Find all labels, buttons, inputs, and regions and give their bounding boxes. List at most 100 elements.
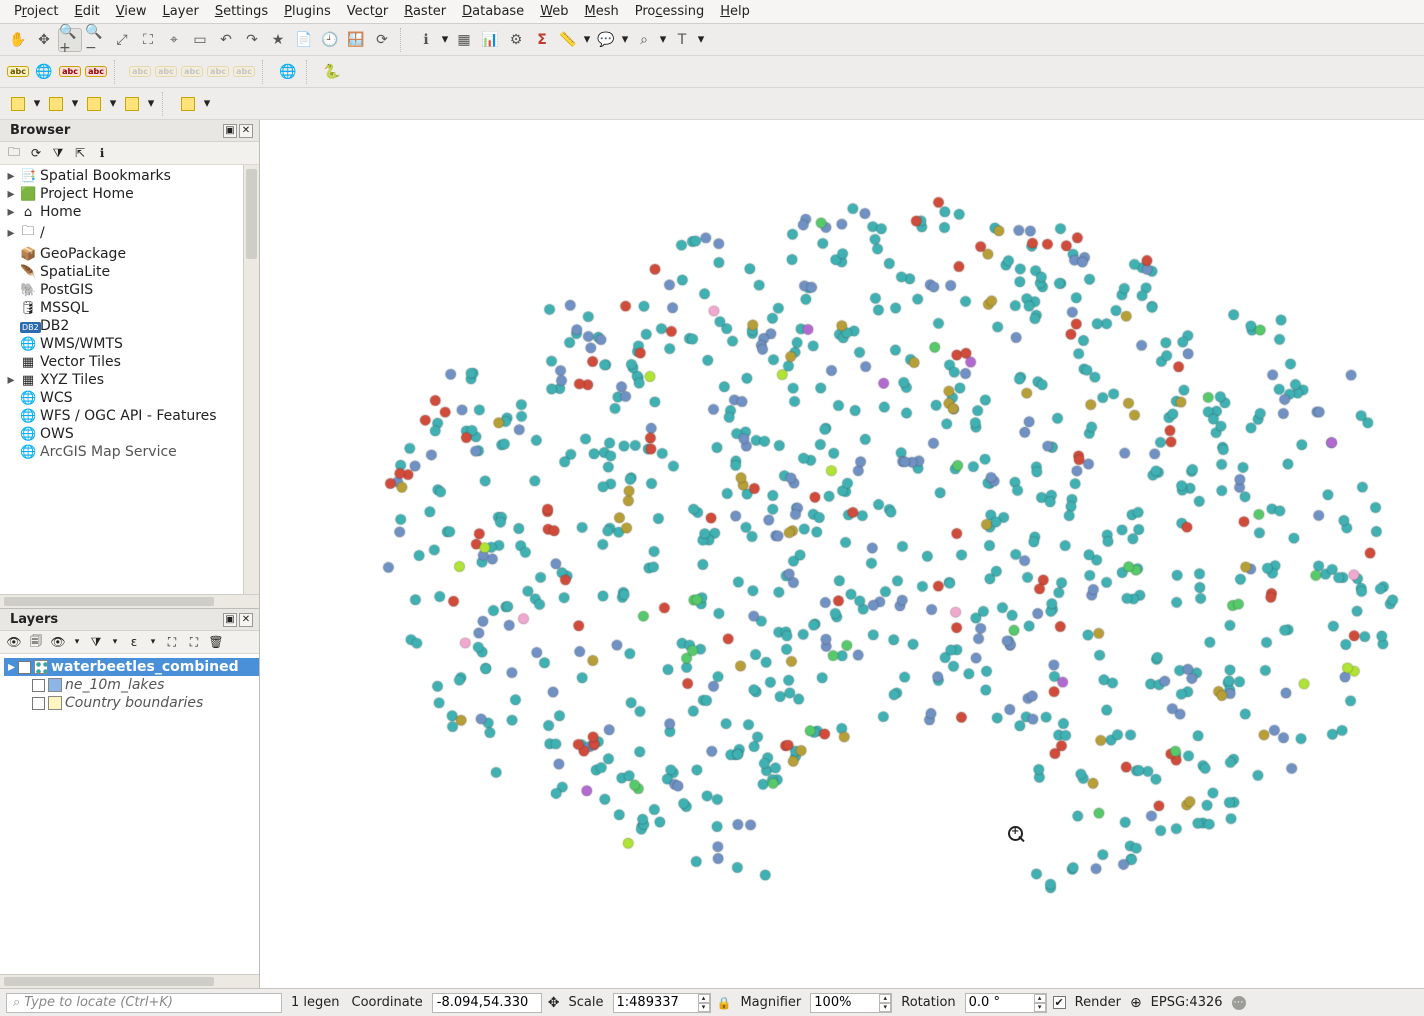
layers-expand-button[interactable]: ⛶ (164, 634, 180, 650)
browser-item-spatial-bookmarks[interactable]: ▸📑Spatial Bookmarks (4, 167, 259, 185)
text-ann-dropdown[interactable]: ▾ (696, 32, 706, 47)
browser-collapse-button[interactable]: ⇱ (72, 145, 88, 161)
label-c-button[interactable]: abc (58, 60, 82, 84)
browser-item-vector-tiles[interactable]: ▦Vector Tiles (4, 353, 259, 371)
d2-button[interactable]: abc (154, 60, 178, 84)
browser-item-arcgis-map-service[interactable]: 🌐ArcGIS Map Service (4, 443, 259, 461)
layers-tree[interactable]: ▸✔waterbeetles_combinedne_10m_lakesCount… (0, 654, 259, 988)
map-canvas[interactable] (260, 120, 1424, 988)
messages-icon[interactable]: ⋯ (1232, 996, 1246, 1010)
coordinate-input[interactable] (432, 993, 542, 1013)
menu-view[interactable]: View (108, 2, 155, 21)
identify-dropdown[interactable]: ▾ (440, 32, 450, 47)
zoom-next-button[interactable]: ↷ (240, 28, 264, 52)
python-button[interactable]: 🐍 (320, 60, 344, 84)
browser-item-ows[interactable]: 🌐OWS (4, 425, 259, 443)
run-feat-dropdown[interactable]: ▾ (202, 96, 212, 111)
zoom-layer-button[interactable]: ▭ (188, 28, 212, 52)
new-view-button[interactable]: 🪟 (344, 28, 368, 52)
scale-value[interactable] (614, 994, 698, 1012)
zoom-last-button[interactable]: ↶ (214, 28, 238, 52)
browser-info-button[interactable]: ℹ (94, 145, 110, 161)
browser-vscrollbar[interactable] (243, 165, 259, 594)
select-form-button[interactable] (82, 92, 106, 116)
browser-item-mssql[interactable]: 🛢MSSQL (4, 299, 259, 317)
magnifier-spin[interactable]: ▴▾ (810, 993, 892, 1013)
layer-visibility-checkbox[interactable] (32, 679, 45, 692)
menu-web[interactable]: Web (532, 2, 576, 21)
websearch-button[interactable]: 🌐 (276, 60, 300, 84)
layer-visibility-checkbox[interactable] (32, 697, 45, 710)
browser-item-postgis[interactable]: 🐘PostGIS (4, 281, 259, 299)
browser-item-xyz-tiles[interactable]: ▸▦XYZ Tiles (4, 371, 259, 389)
zoom-full-button[interactable]: ⛶ (136, 28, 160, 52)
text-ann-button[interactable]: T (670, 28, 694, 52)
browser-item-geopackage[interactable]: 📦GeoPackage (4, 245, 259, 263)
layers-undock-icon[interactable]: ▣ (223, 613, 237, 627)
select-rect-button[interactable] (6, 92, 30, 116)
locator-input[interactable]: Type to locate (Ctrl+K) (6, 993, 282, 1013)
rotation-spin[interactable]: ▴▾ (965, 993, 1047, 1013)
zoom-in-button[interactable]: 🔍+ (58, 28, 82, 52)
layers-hscrollbar[interactable] (0, 974, 259, 988)
extents-icon[interactable]: ✥ (548, 995, 560, 1011)
menu-help[interactable]: Help (712, 2, 758, 21)
rotation-value[interactable] (966, 994, 1034, 1012)
browser-tree[interactable]: ▸📑Spatial Bookmarks▸🟩Project Home▸⌂Home▸… (0, 165, 259, 608)
layer-country-boundaries[interactable]: Country boundaries (4, 694, 259, 712)
browser-item-wcs[interactable]: 🌐WCS (4, 389, 259, 407)
magnifier-value[interactable] (811, 994, 879, 1012)
layers-close-icon[interactable]: ✕ (239, 613, 253, 627)
refresh-button[interactable]: ⟳ (370, 28, 394, 52)
browser-item-home[interactable]: ▸⌂Home (4, 203, 259, 221)
layers-collapse-button[interactable]: ⛶ (186, 634, 202, 650)
deselect-button[interactable] (44, 92, 68, 116)
render-checkbox[interactable]: ✔ (1053, 996, 1066, 1009)
zoom-native-button[interactable]: ⤢ (110, 28, 134, 52)
measure-dropdown[interactable]: ▾ (582, 32, 592, 47)
layer-visibility-checkbox[interactable]: ✔ (18, 661, 31, 674)
attr-table-button[interactable]: ▦ (452, 28, 476, 52)
menu-vector[interactable]: Vector (339, 2, 396, 21)
something-button[interactable]: ⌕ (632, 28, 656, 52)
menu-plugins[interactable]: Plugins (276, 2, 339, 21)
menu-edit[interactable]: Edit (67, 2, 108, 21)
layers-add-group-button[interactable]: 🗐 (28, 634, 44, 650)
layers-remove-button[interactable]: 🗑 (208, 634, 224, 650)
label-b-button[interactable]: 🌐 (32, 60, 56, 84)
deselect-dropdown[interactable]: ▾ (70, 96, 80, 111)
layer-waterbeetles-combined[interactable]: ▸✔waterbeetles_combined (4, 658, 259, 676)
layers-showall-button[interactable]: 👁 (50, 634, 66, 650)
processing-button[interactable]: ⚙ (504, 28, 528, 52)
scale-lock-icon[interactable]: 🔒 (717, 996, 732, 1010)
d4-button[interactable]: abc (206, 60, 230, 84)
select-loc-button[interactable] (120, 92, 144, 116)
zoom-out-button[interactable]: 🔍− (84, 28, 108, 52)
tips-dropdown[interactable]: ▾ (620, 32, 630, 47)
d5-button[interactable]: abc (232, 60, 256, 84)
menu-database[interactable]: Database (454, 2, 532, 21)
select-form-dropdown[interactable]: ▾ (108, 96, 118, 111)
browser-filter-button[interactable]: ⧩ (50, 145, 66, 161)
menu-mesh[interactable]: Mesh (577, 2, 627, 21)
menu-project[interactable]: Project (6, 2, 67, 21)
label-a-button[interactable]: abc (6, 60, 30, 84)
d1-button[interactable]: abc (128, 60, 152, 84)
select-rect-dropdown[interactable]: ▾ (32, 96, 42, 111)
temporal-button[interactable]: 🕘 (318, 28, 342, 52)
menu-settings[interactable]: Settings (207, 2, 276, 21)
pan-sel-button[interactable]: ✥ (32, 28, 56, 52)
browser-item--[interactable]: ▸🗀/ (4, 221, 259, 245)
something-dropdown[interactable]: ▾ (658, 32, 668, 47)
browser-item-spatialite[interactable]: 🪶SpatiaLite (4, 263, 259, 281)
identify-button[interactable]: ℹ (414, 28, 438, 52)
crs-globe-icon[interactable]: ⊕ (1130, 995, 1142, 1011)
browser-add-button[interactable]: 🗀 (6, 145, 22, 161)
stats-button[interactable]: Σ (530, 28, 554, 52)
menu-layer[interactable]: Layer (155, 2, 207, 21)
browser-close-icon[interactable]: ✕ (239, 124, 253, 138)
pan-button[interactable]: ✋ (6, 28, 30, 52)
measure-button[interactable]: 📏 (556, 28, 580, 52)
browser-item-db2[interactable]: DB2DB2 (4, 317, 259, 335)
show-bookmarks-button[interactable]: 📄 (292, 28, 316, 52)
